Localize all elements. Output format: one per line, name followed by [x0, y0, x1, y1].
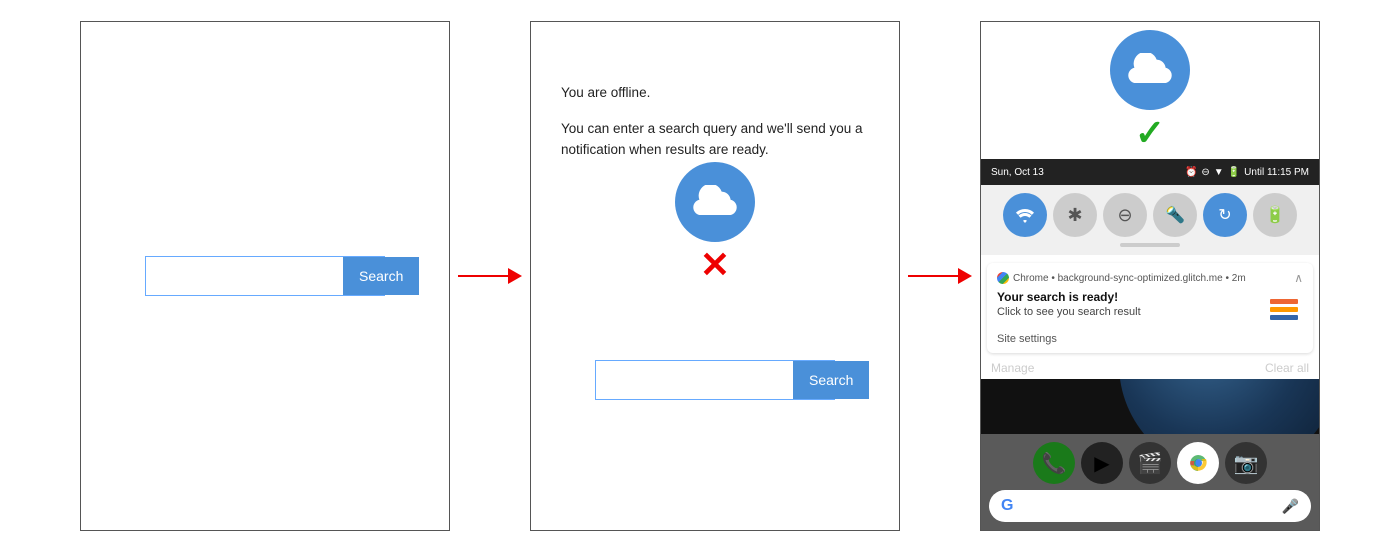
- offline-text: You are offline. You can enter a search …: [561, 82, 869, 161]
- notif-header-left: Chrome • background-sync-optimized.glitc…: [997, 272, 1246, 284]
- arrow-2-line: [908, 275, 958, 278]
- manage-button[interactable]: Manage: [991, 361, 1034, 375]
- battery-saver-toggle[interactable]: 🔋: [1253, 193, 1297, 237]
- google-search-bar[interactable]: G 🎤: [989, 490, 1311, 522]
- flashlight-toggle[interactable]: 🔦: [1153, 193, 1197, 237]
- notif-actions: Manage Clear all: [981, 357, 1319, 379]
- video-icon[interactable]: 🎬: [1129, 442, 1171, 484]
- status-bar: Sun, Oct 13 ⏰ ⊖ ▼ 🔋 Until 11:15 PM: [981, 159, 1319, 185]
- notif-collapse-icon[interactable]: ∧: [1294, 271, 1303, 285]
- status-time: Until 11:15 PM: [1244, 167, 1309, 178]
- search-bar-1: Search: [145, 256, 385, 296]
- notification-card[interactable]: Chrome • background-sync-optimized.glitc…: [987, 263, 1313, 353]
- bluetooth-toggle[interactable]: ✱: [1053, 193, 1097, 237]
- battery-icon: 🔋: [1228, 167, 1240, 178]
- dnd-toggle[interactable]: ⊖: [1103, 193, 1147, 237]
- vpn-icon: ⊖: [1201, 167, 1209, 178]
- chrome-icon: [997, 272, 1009, 284]
- app-row: 📞 ▶ 🎬 📷: [987, 442, 1313, 484]
- notif-subtitle: Click to see you search result: [997, 306, 1257, 318]
- phone-app-icon[interactable]: 📞: [1033, 442, 1075, 484]
- alarm-icon: ⏰: [1185, 167, 1197, 178]
- cloud-icon-online: [1110, 30, 1190, 110]
- arrow-2-head: [958, 268, 972, 284]
- cloud-icon-offline: [675, 162, 755, 242]
- search-button-2[interactable]: Search: [793, 361, 869, 399]
- battery-saver-icon: 🔋: [1265, 205, 1285, 225]
- notif-header: Chrome • background-sync-optimized.glitc…: [997, 271, 1303, 285]
- earth-bg: [981, 379, 1319, 434]
- sync-icon: ↻: [1218, 205, 1231, 225]
- google-g-letter: G: [1001, 497, 1013, 515]
- notif-source: Chrome • background-sync-optimized.glitc…: [1013, 273, 1246, 284]
- search-bar-2: Search: [595, 360, 835, 400]
- notif-text: Your search is ready! Click to see you s…: [997, 290, 1257, 318]
- x-mark: ✕: [700, 247, 730, 283]
- qs-divider: [1120, 243, 1180, 247]
- check-mark: ✓: [1135, 115, 1165, 151]
- stripe-2: [1270, 307, 1298, 312]
- panel-2: You are offline. You can enter a search …: [530, 21, 900, 531]
- cloud-svg-offline: [690, 185, 740, 220]
- flashlight-icon: 🔦: [1165, 205, 1185, 225]
- status-right: ⏰ ⊖ ▼ 🔋 Until 11:15 PM: [1185, 167, 1309, 178]
- status-date: Sun, Oct 13: [991, 167, 1044, 178]
- stripe-1: [1270, 299, 1298, 304]
- site-settings[interactable]: Site settings: [997, 333, 1303, 345]
- search-input-1[interactable]: [146, 257, 343, 295]
- sync-toggle[interactable]: ↻: [1203, 193, 1247, 237]
- bottom-dock: 📞 ▶ 🎬 📷 G 🎤: [981, 434, 1319, 530]
- notif-title: Your search is ready!: [997, 290, 1257, 304]
- offline-line2: You can enter a search query and we'll s…: [561, 118, 869, 161]
- arrow-1-container: [450, 21, 530, 531]
- quick-settings: ✱ ⊖ 🔦 ↻ 🔋: [981, 185, 1319, 255]
- earth-ellipse: [1119, 379, 1319, 434]
- stripe-3: [1270, 315, 1298, 320]
- cloud-svg-online: [1125, 53, 1175, 88]
- cloud-x-group: ✕: [675, 162, 755, 283]
- camera-app-icon[interactable]: 📷: [1225, 442, 1267, 484]
- arrow-1-head: [508, 268, 522, 284]
- chrome-app-icon[interactable]: [1177, 442, 1219, 484]
- clear-all-button[interactable]: Clear all: [1265, 361, 1309, 375]
- panel-1: Search: [80, 21, 450, 531]
- dnd-icon: ⊖: [1117, 205, 1132, 226]
- arrow-1-line: [458, 275, 508, 278]
- wifi-icon: ▼: [1214, 167, 1224, 178]
- arrow-2: [908, 268, 972, 284]
- arrow-2-container: [900, 21, 980, 531]
- notif-body: Your search is ready! Click to see you s…: [997, 290, 1303, 328]
- search-button-1[interactable]: Search: [343, 257, 419, 295]
- stripe-icon: [1266, 291, 1302, 327]
- quick-toggle-row: ✱ ⊖ 🔦 ↻ 🔋: [991, 193, 1309, 237]
- offline-line1: You are offline.: [561, 82, 869, 104]
- bluetooth-icon: ✱: [1067, 205, 1082, 226]
- android-panel: ✓ Sun, Oct 13 ⏰ ⊖ ▼ 🔋 Until 11:15 PM ✱ ⊖…: [980, 21, 1320, 531]
- search-input-2[interactable]: [596, 361, 793, 399]
- search-bar-2-wrapper: Search: [595, 360, 835, 400]
- arrow-1: [458, 268, 522, 284]
- mic-icon[interactable]: 🎤: [1282, 498, 1299, 515]
- notif-app-icon: [1265, 290, 1303, 328]
- play-store-icon[interactable]: ▶: [1081, 442, 1123, 484]
- wifi-toggle[interactable]: [1003, 193, 1047, 237]
